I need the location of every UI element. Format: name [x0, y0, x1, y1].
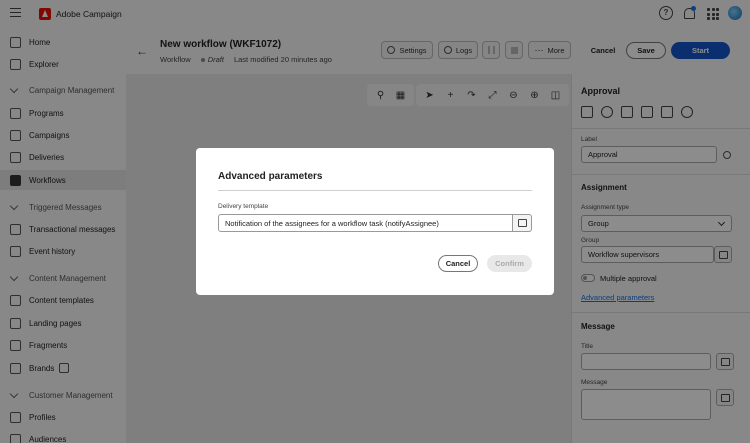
advanced-parameters-dialog: Advanced parameters Delivery template No… [196, 148, 554, 295]
divider [218, 190, 532, 191]
picker-icon [517, 219, 527, 227]
delivery-template-picker-button[interactable] [513, 214, 532, 232]
delivery-template-label: Delivery template [218, 203, 269, 210]
dialog-title: Advanced parameters [218, 171, 323, 182]
delivery-template-field[interactable]: Notification of the assignees for a work… [218, 214, 513, 232]
confirm-button[interactable]: Confirm [487, 255, 532, 272]
cancel-button[interactable]: Cancel [438, 255, 478, 272]
